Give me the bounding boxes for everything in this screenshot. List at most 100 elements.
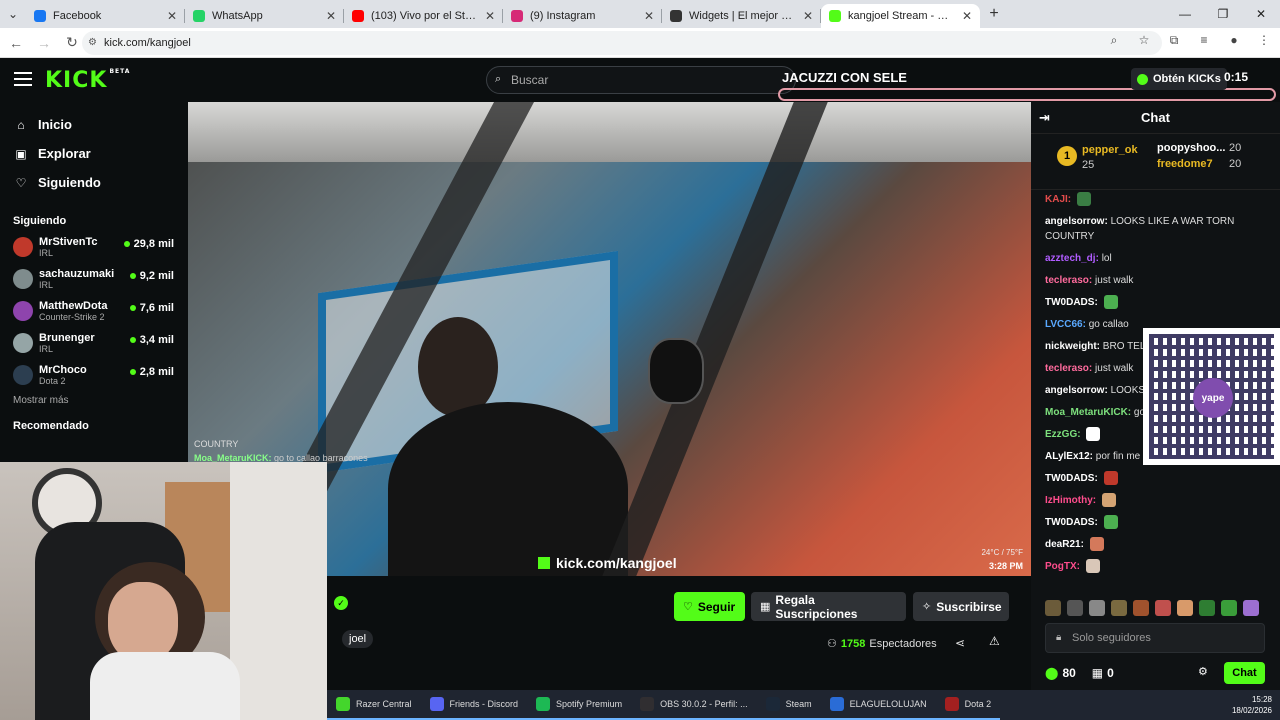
show-more-link[interactable]: Mostrar más	[0, 395, 188, 406]
taskbar-app[interactable]: Friends - Discord	[420, 690, 528, 720]
close-tab-icon[interactable]: ✕	[962, 9, 972, 23]
channel-name: MrStivenTc	[39, 235, 98, 248]
chat-username[interactable]: KAJI:	[1045, 194, 1071, 205]
gift-subs-button[interactable]: ▦ Regala Suscripciones	[751, 592, 906, 621]
close-tab-icon[interactable]: ✕	[803, 9, 813, 23]
taskbar-app[interactable]: Razer Central	[327, 690, 421, 720]
chat-settings-gear-icon[interactable]: ⚙	[1198, 665, 1208, 678]
sidebar-item-siguiendo[interactable]: ♡ Siguiendo	[0, 168, 188, 197]
emote-icon	[1103, 515, 1118, 530]
browser-tab[interactable]: Facebook ✕	[26, 4, 185, 28]
chat-username[interactable]: IzHimothy:	[1045, 495, 1096, 506]
heart-icon: ♡	[683, 601, 693, 613]
chat-username[interactable]: deaR21:	[1045, 539, 1084, 550]
live-viewer-count: 9,2 mil	[129, 270, 174, 282]
followed-channel-item[interactable]: MatthewDota Counter-Strike 2 7,6 mil	[0, 295, 188, 327]
browser-tab[interactable]: Widgets | El mejor software par ✕	[662, 4, 821, 28]
emote-icon[interactable]	[1045, 600, 1061, 616]
chat-username[interactable]: angelsorrow:	[1045, 216, 1108, 227]
followed-channel-item[interactable]: MrChoco Dota 2 2,8 mil	[0, 359, 188, 391]
new-tab-button[interactable]: +	[980, 0, 1008, 28]
taskbar-app[interactable]: OBS 30.0.2 - Perfil: ...	[631, 690, 757, 720]
taskbar-app[interactable]: Dota 2	[935, 690, 1001, 720]
close-window-icon[interactable]: ✕	[1242, 0, 1280, 28]
minimize-icon[interactable]: —	[1166, 0, 1204, 28]
chat-username[interactable]: nickweight:	[1045, 341, 1100, 352]
forward-icon[interactable]: →	[32, 31, 56, 55]
zoom-icon[interactable]: ⌕	[1104, 33, 1124, 48]
leaderboard-user[interactable]: pepper_ok	[1082, 144, 1138, 156]
send-chat-button[interactable]: Chat	[1224, 662, 1265, 684]
emote-icon[interactable]	[1221, 600, 1237, 616]
chat-username[interactable]: tecleraso:	[1045, 275, 1092, 286]
emote-icon	[1076, 192, 1091, 207]
subscribe-button[interactable]: ✧ Suscribirse	[913, 592, 1009, 621]
reload-icon[interactable]: ↻	[60, 31, 84, 55]
hamburger-menu-icon[interactable]	[14, 72, 32, 86]
close-tab-icon[interactable]: ✕	[485, 9, 495, 23]
chat-username[interactable]: TW0DADS:	[1045, 473, 1098, 484]
browser-tab[interactable]: WhatsApp ✕	[185, 4, 344, 28]
tab-favicon-icon	[829, 10, 841, 22]
chat-username[interactable]: ALylEx12:	[1045, 451, 1093, 462]
taskbar-clock[interactable]: 15:28 18/02/2026	[1232, 694, 1272, 716]
browser-tab[interactable]: kangjoel Stream - Watch Li ✕	[821, 4, 980, 28]
emote-icon[interactable]	[1199, 600, 1215, 616]
emote-icon[interactable]	[1067, 600, 1083, 616]
url-field[interactable]: ⚙ kick.com/kangjoel	[82, 31, 1162, 55]
search-input[interactable]: ⌕ Buscar	[486, 66, 796, 94]
close-tab-icon[interactable]: ✕	[644, 9, 654, 23]
follow-button[interactable]: ♡ Seguir	[674, 592, 745, 621]
tab-title: WhatsApp	[212, 10, 263, 22]
emote-icon[interactable]	[1133, 600, 1149, 616]
close-tab-icon[interactable]: ✕	[326, 9, 336, 23]
chat-username[interactable]: TW0DADS:	[1045, 297, 1098, 308]
browser-tab[interactable]: (103) Vivo por el Streaming - Yo ✕	[344, 4, 503, 28]
emote-icon[interactable]	[1111, 600, 1127, 616]
collapse-chat-icon[interactable]: ⇥	[1039, 110, 1050, 126]
close-tab-icon[interactable]: ✕	[167, 9, 177, 23]
leaderboard-user[interactable]: freedome7	[1157, 158, 1213, 170]
channel-points[interactable]: ⬤ 80	[1045, 666, 1076, 680]
chat-username[interactable]: Moa_MetaruKICK:	[1045, 407, 1131, 418]
chat-input[interactable]: 🔒︎ Solo seguidores	[1045, 623, 1265, 653]
chat-username[interactable]: tecleraso:	[1045, 363, 1092, 374]
chat-username[interactable]: TW0DADS:	[1045, 517, 1098, 528]
gift-count[interactable]: ▦ 0	[1092, 666, 1114, 680]
leaderboard-user[interactable]: poopyshoo...	[1157, 142, 1225, 154]
taskbar-app[interactable]: Spotify Premium	[527, 690, 632, 720]
kick-logo[interactable]: KICK BETA	[45, 68, 130, 93]
media-control-icon[interactable]: ≡	[1194, 33, 1214, 48]
chat-username[interactable]: LVCC66:	[1045, 319, 1086, 330]
followed-channel-item[interactable]: MrStivenTc IRL 29,8 mil	[0, 231, 188, 263]
profile-avatar-icon[interactable]: ●	[1224, 33, 1244, 48]
emote-icon[interactable]	[1177, 600, 1193, 616]
channel-name: MatthewDota	[39, 299, 108, 312]
emote-icon[interactable]	[1243, 600, 1259, 616]
get-kicks-button[interactable]: Obtén KICKs	[1131, 68, 1227, 90]
taskbar-time: 15:28	[1251, 695, 1272, 704]
bookmark-star-icon[interactable]: ☆	[1134, 33, 1154, 48]
chat-username[interactable]: azztech_dj:	[1045, 253, 1099, 264]
site-info-icon[interactable]: ⚙	[88, 37, 100, 49]
browser-tab[interactable]: (9) Instagram ✕	[503, 4, 662, 28]
chat-username[interactable]: EzzGG:	[1045, 429, 1081, 440]
report-warning-icon[interactable]: ⚠	[989, 634, 1000, 648]
chat-username[interactable]: angelsorrow:	[1045, 385, 1108, 396]
restore-icon[interactable]: ❐	[1204, 0, 1242, 28]
taskbar-app[interactable]: Steam	[756, 690, 821, 720]
browser-menu-icon[interactable]: ⋮	[1254, 33, 1274, 48]
taskbar-app[interactable]: ELAGUELOLUJAN	[820, 690, 936, 720]
sidebar-item-inicio[interactable]: ⌂ Inicio	[0, 110, 188, 139]
emote-icon[interactable]	[1089, 600, 1105, 616]
emote-icon[interactable]	[1155, 600, 1171, 616]
sidebar-item-explorar[interactable]: ▣ Explorar	[0, 139, 188, 168]
back-icon[interactable]: ←	[4, 31, 28, 55]
followed-channel-item[interactable]: Brunenger IRL 3,4 mil	[0, 327, 188, 359]
extensions-icon[interactable]: ⧉	[1164, 33, 1184, 48]
followed-channel-item[interactable]: sachauzumaki IRL 9,2 mil	[0, 263, 188, 295]
stream-tag[interactable]: joel	[342, 630, 374, 648]
share-icon[interactable]: ⋖	[955, 636, 965, 650]
chat-username[interactable]: PogTX:	[1045, 561, 1080, 572]
tab-search-icon[interactable]: ⌄	[0, 0, 26, 28]
